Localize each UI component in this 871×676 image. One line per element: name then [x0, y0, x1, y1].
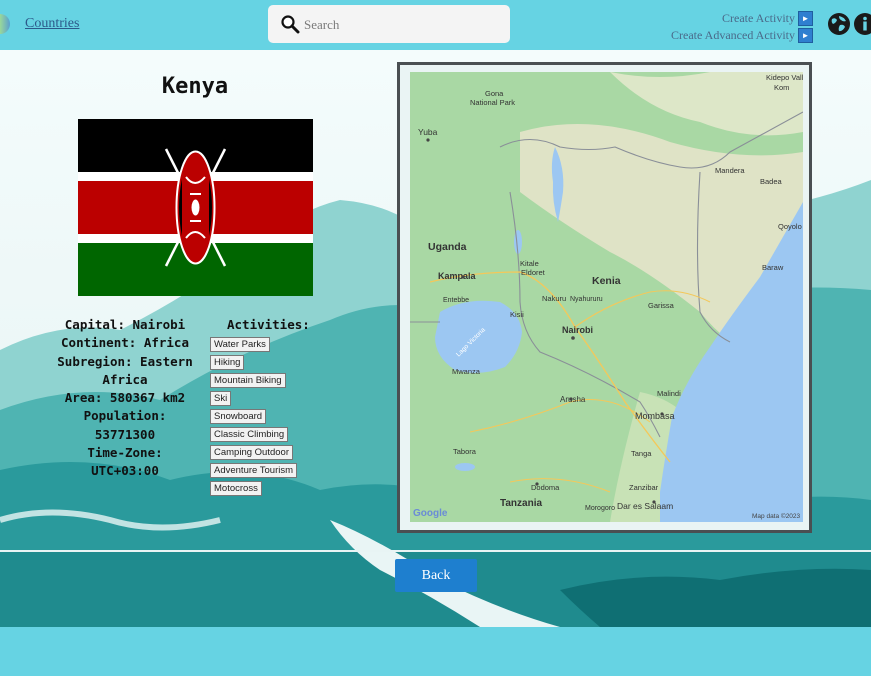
map-label: Tabora — [453, 447, 477, 456]
map-attribution: Map data ©2023 — [752, 512, 801, 520]
top-bar: Countries Create Activity ► Create Advan… — [0, 0, 871, 50]
map-label: Malindi — [657, 389, 681, 398]
map-label: Tanga — [631, 449, 652, 458]
activities-title: Activities: — [227, 317, 310, 332]
activity-camping-outdoor[interactable]: Camping Outdoor — [210, 445, 293, 460]
map-label: Badea — [760, 177, 783, 186]
activities-list: Activities: Water Parks Hiking Mountain … — [210, 316, 330, 496]
map-label: Tanzania — [500, 498, 542, 509]
google-logo: Google — [413, 508, 448, 519]
create-advanced-activity-row: Create Advanced Activity ► — [671, 27, 813, 43]
map-label: Garissa — [648, 301, 675, 310]
map-label: Nairobi — [562, 325, 593, 335]
map-label: Kitale — [520, 259, 539, 268]
activity-hiking[interactable]: Hiking — [210, 355, 245, 370]
info-line: Subregion: Eastern — [57, 353, 193, 369]
info-line: Population: — [83, 408, 167, 424]
map-label: Arusha — [560, 395, 586, 404]
activity-classic-climbing[interactable]: Classic Climbing — [210, 427, 289, 442]
activity-ski[interactable]: Ski — [210, 391, 232, 406]
map-label: Qoyolo — [778, 222, 802, 231]
app-logo[interactable] — [0, 14, 10, 34]
country-map[interactable]: Kidepo Valley Kom Gona National Park Yub… — [410, 72, 803, 522]
map-label: Baraw — [762, 263, 784, 272]
map-label: Nakuru — [542, 294, 566, 303]
create-activity-row: Create Activity ► — [671, 10, 813, 26]
info-line: Area: 580367 km2 — [64, 390, 186, 406]
search-input[interactable] — [302, 14, 506, 36]
create-activity-arrow-icon[interactable]: ► — [798, 10, 813, 26]
info-line: Time-Zone: — [87, 445, 163, 461]
country-detail-panel: Kenya Capital: Nairobi Continent: Africa… — [0, 50, 871, 627]
map-label: Mandera — [715, 166, 745, 175]
map-label: Uganda — [428, 241, 467, 253]
map-label: Mombasa — [635, 411, 675, 421]
info-line: Capital: Nairobi — [64, 317, 186, 332]
map-label: Entebbe — [443, 297, 469, 304]
map-label: Zanzibar — [629, 483, 659, 492]
activity-adventure-tourism[interactable]: Adventure Tourism — [210, 463, 298, 478]
footer-band — [0, 627, 871, 676]
back-button[interactable]: Back — [395, 559, 477, 592]
map-label: Kenia — [592, 275, 621, 287]
info-line: Africa — [102, 371, 148, 387]
info-line: Continent: Africa — [61, 335, 189, 351]
search-icon[interactable] — [280, 14, 300, 34]
countries-nav-link[interactable]: Countries — [25, 16, 79, 32]
info-line: 53771300 — [94, 426, 156, 442]
map-label: Nyahururu — [570, 296, 603, 303]
map-label: Yuba — [418, 127, 438, 137]
map-label: Kidepo Valley — [766, 73, 803, 82]
map-label: National Park — [470, 98, 515, 107]
create-links: Create Activity ► Create Advanced Activi… — [671, 10, 813, 44]
kenya-flag-image — [78, 119, 313, 296]
map-label: Dodoma — [531, 483, 560, 492]
map-label: Kisii — [510, 310, 524, 319]
activity-motocross[interactable]: Motocross — [210, 481, 262, 496]
map-label: Kom — [774, 83, 789, 92]
map-label: Eldoret — [521, 268, 546, 277]
map-label: Kampala — [438, 271, 477, 281]
activity-mountain-biking[interactable]: Mountain Biking — [210, 373, 286, 388]
create-advanced-activity-link[interactable]: Create Advanced Activity — [671, 28, 795, 43]
map-label: Mwanza — [452, 367, 481, 376]
info-line: UTC+03:00 — [91, 463, 159, 479]
activity-snowboard[interactable]: Snowboard — [210, 409, 267, 424]
create-activity-link[interactable]: Create Activity — [722, 11, 795, 26]
country-info: Capital: Nairobi Continent: Africa Subre… — [40, 316, 210, 481]
activity-water-parks[interactable]: Water Parks — [210, 337, 270, 352]
search-bar — [268, 5, 510, 43]
create-advanced-activity-arrow-icon[interactable]: ► — [798, 27, 813, 43]
divider-line — [0, 550, 871, 552]
map-label: Gona — [485, 89, 504, 98]
map-label: Dar es Salaam — [617, 501, 673, 511]
info-icon[interactable] — [853, 12, 871, 36]
globe-icon[interactable] — [827, 12, 851, 36]
country-name: Kenya — [161, 74, 229, 99]
map-label: Morogoro — [585, 505, 615, 512]
